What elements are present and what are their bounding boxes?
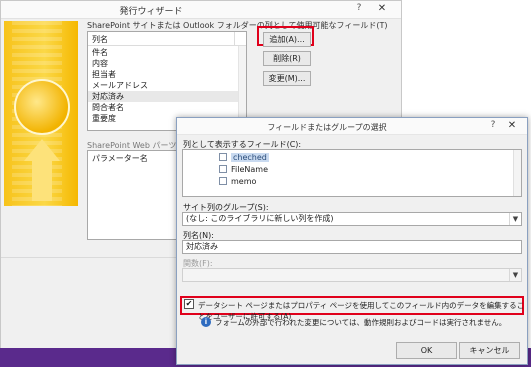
wizard-banner-image (4, 21, 78, 206)
chevron-down-icon[interactable]: ▼ (509, 213, 521, 225)
parameter-name-header: パラメーター名 (92, 154, 148, 163)
globe-icon (14, 79, 70, 135)
wizard-title: 発行ウィザード (119, 7, 183, 17)
delete-button[interactable]: 削除(R) (263, 51, 311, 66)
tree-item[interactable]: cheched (219, 153, 519, 163)
list-item[interactable]: 件名 (88, 47, 238, 58)
list-item[interactable]: メールアドレス (88, 80, 238, 91)
ok-button[interactable]: OK (396, 342, 457, 359)
available-fields-list[interactable]: 列名 件名 内容 担当者 メールアドレス 対応済み 問合者名 重要度 (87, 31, 247, 131)
info-icon: i (201, 317, 211, 327)
tree-item-label: FileName (231, 165, 268, 174)
dialog-title: フィールドまたはグループの選択 (267, 123, 387, 132)
tree-item[interactable]: FileName (219, 165, 519, 175)
available-fields-label: SharePoint サイトまたは Outlook フォルダーの列として使用可能… (87, 21, 388, 30)
up-arrow-body (32, 161, 52, 201)
list-item[interactable]: 対応済み (88, 91, 238, 102)
cancel-button[interactable]: キャンセル (459, 342, 520, 359)
column-name-header-label: 列名 (92, 35, 108, 44)
up-arrow-icon (24, 139, 60, 161)
info-text: フォームの外部で行われた変更については、動作規則およびコードは実行されません。 (215, 318, 507, 327)
columns-scrollbar[interactable] (513, 150, 521, 196)
wizard-footer-divider (1, 257, 177, 258)
close-icon[interactable]: ✕ (505, 120, 519, 132)
field-icon (219, 177, 227, 185)
column-name-header[interactable]: 列名 (88, 32, 246, 46)
field-icon (219, 153, 227, 161)
tree-item-label: cheched (231, 153, 269, 162)
wizard-titlebar: 発行ウィザード ? ✕ (1, 1, 401, 19)
list-item[interactable]: 問合者名 (88, 102, 238, 113)
tree-item[interactable]: memo (219, 177, 519, 187)
allow-edit-checkbox[interactable]: ✔ (184, 299, 194, 309)
function-select: ▼ (182, 268, 522, 282)
columns-tree[interactable]: cheched FileName memo (182, 149, 522, 197)
site-column-group-select[interactable]: (なし: このライブラリに新しい列を作成) ▼ (182, 212, 522, 226)
help-icon[interactable]: ? (353, 3, 365, 15)
column-name-field[interactable]: 対応済み (182, 240, 522, 254)
parameters-list[interactable]: パラメーター名 (87, 150, 177, 240)
chevron-down-icon: ▼ (509, 269, 521, 281)
header-separator (234, 32, 235, 46)
help-icon[interactable]: ? (487, 120, 499, 132)
list-item[interactable]: 担当者 (88, 69, 238, 80)
add-button[interactable]: 追加(A)... (263, 32, 311, 47)
select-field-dialog: フィールドまたはグループの選択 ? ✕ 列として表示するフィールド(C): ch… (176, 117, 528, 365)
list-item[interactable]: 内容 (88, 58, 238, 69)
group-value: (なし: このライブラリに新しい列を作成) (186, 214, 334, 223)
change-button[interactable]: 変更(M)... (263, 71, 311, 86)
tree-item-label: memo (231, 177, 257, 186)
field-icon (219, 165, 227, 173)
dialog-titlebar: フィールドまたはグループの選択 ? ✕ (177, 118, 527, 135)
close-icon[interactable]: ✕ (375, 3, 389, 15)
